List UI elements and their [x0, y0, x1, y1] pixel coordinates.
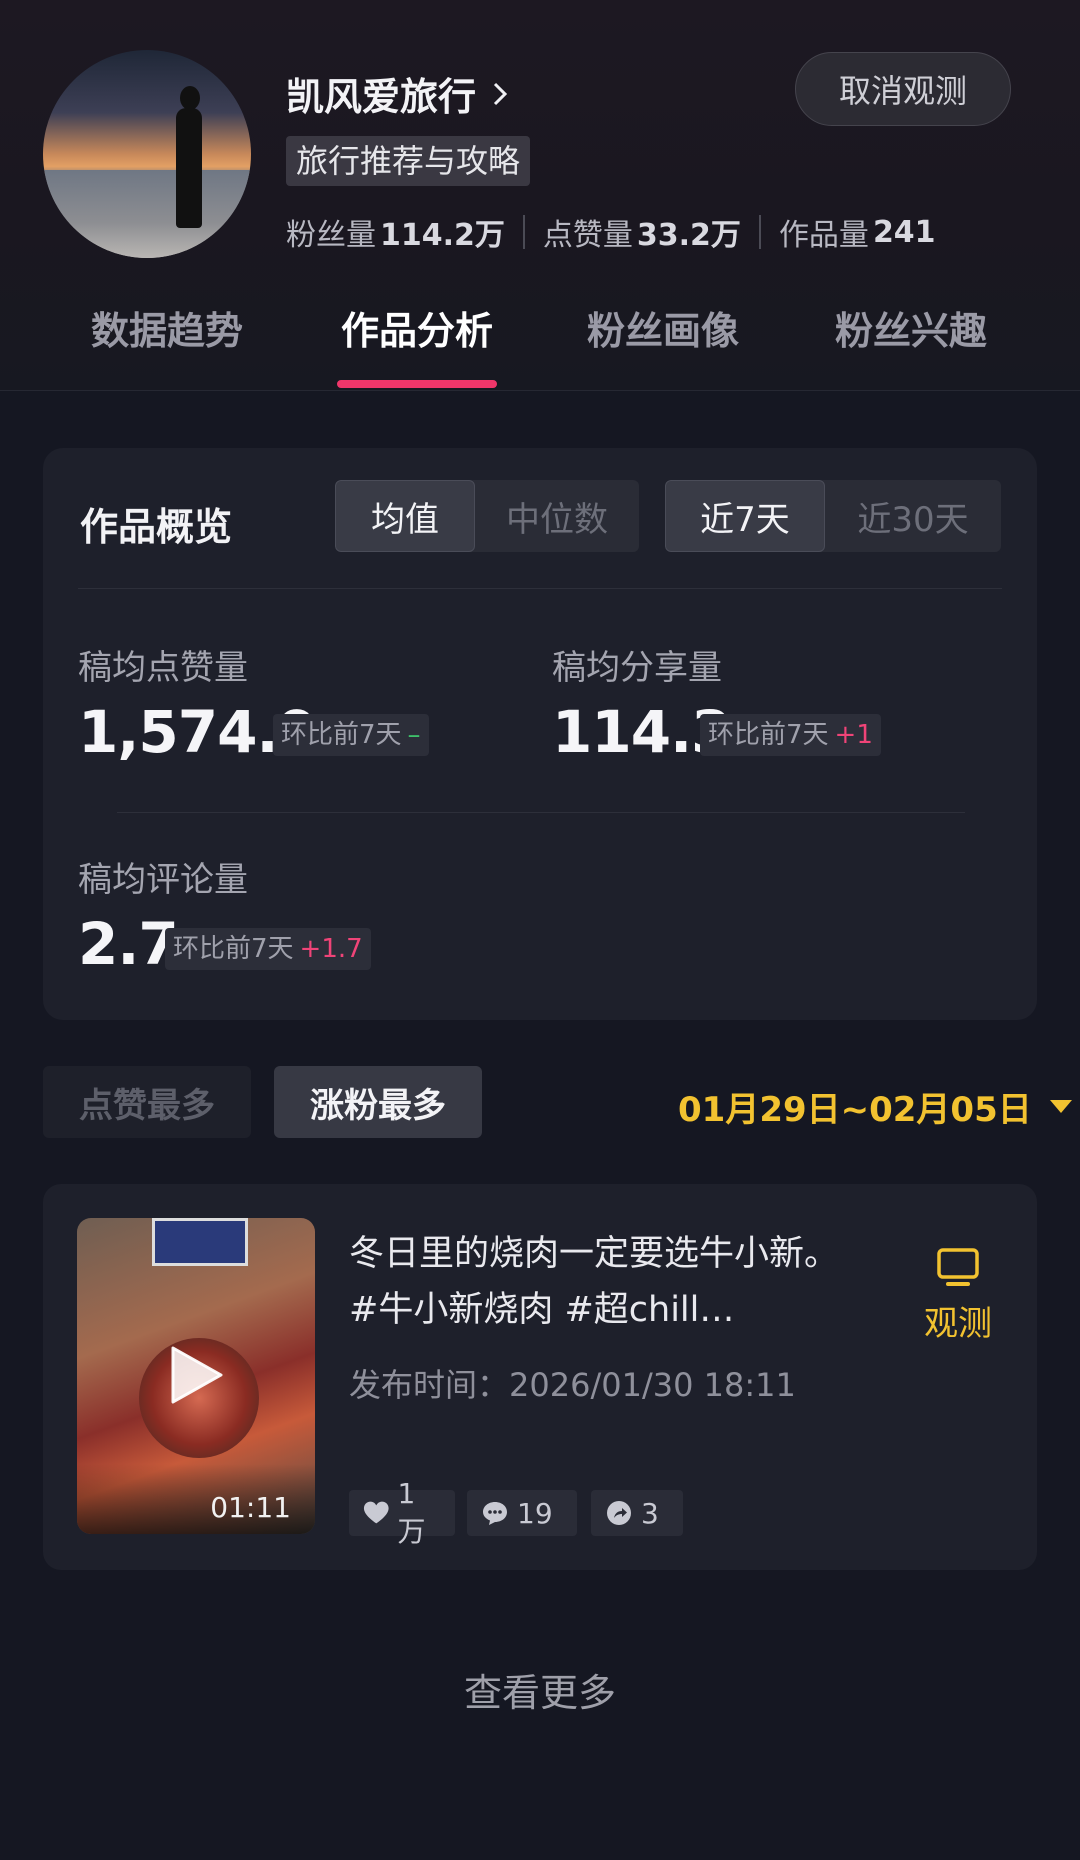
avatar-sea	[43, 170, 251, 258]
metric-avg-likes-compare: 环比前7天 –	[273, 714, 429, 756]
compare-label: 环比前7天	[173, 934, 294, 964]
stat-fans-value: 114.2万	[380, 218, 505, 253]
comment-icon	[483, 1502, 507, 1525]
tab-data-trend[interactable]: 数据趋势	[77, 300, 257, 355]
shares-value: 3	[641, 1496, 659, 1530]
compare-label: 环比前7天	[708, 720, 829, 750]
caret-down-icon	[1049, 1099, 1072, 1113]
tab-bar: 数据趋势 作品分析 粉丝画像 粉丝兴趣	[0, 290, 1080, 391]
metric-avg-likes-label: 稿均点赞量	[78, 648, 248, 688]
post-card[interactable]: 01:11 冬日里的烧肉一定要选牛小新。#牛小新烧肉 #超chill… 发布时间…	[43, 1184, 1037, 1570]
monitor-icon	[937, 1248, 979, 1286]
metric-avg-shares-label: 稿均分享量	[552, 648, 722, 688]
see-more-button[interactable]: 查看更多	[0, 1662, 1080, 1717]
profile-name: 凯风爱旅行	[286, 75, 477, 119]
stat-works-value: 241	[872, 214, 936, 250]
overview-divider	[78, 588, 1002, 589]
metric-avg-comments-label: 稿均评论量	[78, 860, 248, 900]
filter-most-fans[interactable]: 涨粉最多	[274, 1066, 482, 1138]
observe-label: 观测	[924, 1304, 992, 1344]
compare-label: 环比前7天	[281, 720, 402, 750]
stat-mode-mean[interactable]: 均值	[335, 480, 475, 552]
metrics-divider	[117, 812, 965, 813]
tab-fan-interests[interactable]: 粉丝兴趣	[821, 300, 1001, 355]
compare-delta: –	[407, 720, 421, 750]
tab-works-analysis[interactable]: 作品分析	[327, 300, 507, 355]
likes-count: 1万	[349, 1477, 455, 1548]
period-toggle: 近7天 近30天	[665, 480, 1001, 552]
avatar[interactable]	[43, 50, 251, 258]
period-7-days[interactable]: 近7天	[665, 480, 825, 552]
play-icon	[171, 1346, 223, 1404]
stat-mode-toggle: 均值 中位数	[335, 480, 639, 552]
active-tab-indicator	[337, 380, 497, 388]
post-title[interactable]: 冬日里的烧肉一定要选牛小新。#牛小新烧肉 #超chill…	[349, 1226, 859, 1338]
tab-fan-portrait[interactable]: 粉丝画像	[573, 300, 753, 355]
filter-most-likes[interactable]: 点赞最多	[43, 1066, 251, 1138]
stat-divider	[522, 215, 525, 249]
stat-fans-label: 粉丝量	[286, 218, 376, 253]
comments-value: 19	[517, 1496, 553, 1530]
compare-delta: +1	[834, 720, 873, 750]
overview-title: 作品概览	[80, 505, 233, 549]
post-publish-time: 发布时间：2026/01/30 18:11	[349, 1366, 796, 1404]
likes-value: 1万	[397, 1476, 426, 1548]
shares-count: 3	[591, 1490, 683, 1536]
stat-likes-label: 点赞量	[542, 218, 633, 253]
profile-category-tag: 旅行推荐与攻略	[286, 136, 531, 186]
stat-mode-median[interactable]: 中位数	[475, 480, 639, 552]
avatar-person-body	[176, 108, 202, 228]
avatar-person-head	[180, 86, 200, 110]
thumbnail-tv	[152, 1218, 248, 1266]
post-thumbnail[interactable]: 01:11	[77, 1218, 315, 1534]
period-30-days[interactable]: 近30天	[825, 480, 1001, 552]
share-icon	[607, 1501, 631, 1525]
observe-button[interactable]: 观测	[903, 1248, 1013, 1345]
metric-avg-comments-compare: 环比前7天 +1.7	[165, 928, 371, 970]
comments-count: 19	[467, 1490, 577, 1536]
date-range-label: 01月29日~02月05日	[678, 1090, 1032, 1130]
chevron-right-icon	[493, 82, 508, 105]
profile-stats: 粉丝量 114.2万 点赞量 33.2万 作品量 241	[286, 210, 936, 254]
video-duration: 01:11	[210, 1491, 291, 1524]
metric-avg-shares-compare: 环比前7天 +1	[700, 714, 881, 756]
works-overview-card: 作品概览 均值 中位数 近7天 近30天 稿均点赞量 1,574.9 环比前7天…	[43, 448, 1037, 1020]
profile-name-link[interactable]: 凯风爱旅行	[286, 66, 516, 121]
stat-works-label: 作品量	[778, 218, 869, 253]
date-range-picker[interactable]: 01月29日~02月05日	[678, 1082, 1072, 1131]
stat-divider	[758, 215, 761, 249]
cancel-observe-button[interactable]: 取消观测	[795, 52, 1011, 126]
heart-icon	[363, 1501, 389, 1524]
compare-delta: +1.7	[299, 934, 363, 964]
stat-likes-value: 33.2万	[636, 218, 741, 253]
metric-avg-comments-value: 2.7	[78, 910, 179, 978]
